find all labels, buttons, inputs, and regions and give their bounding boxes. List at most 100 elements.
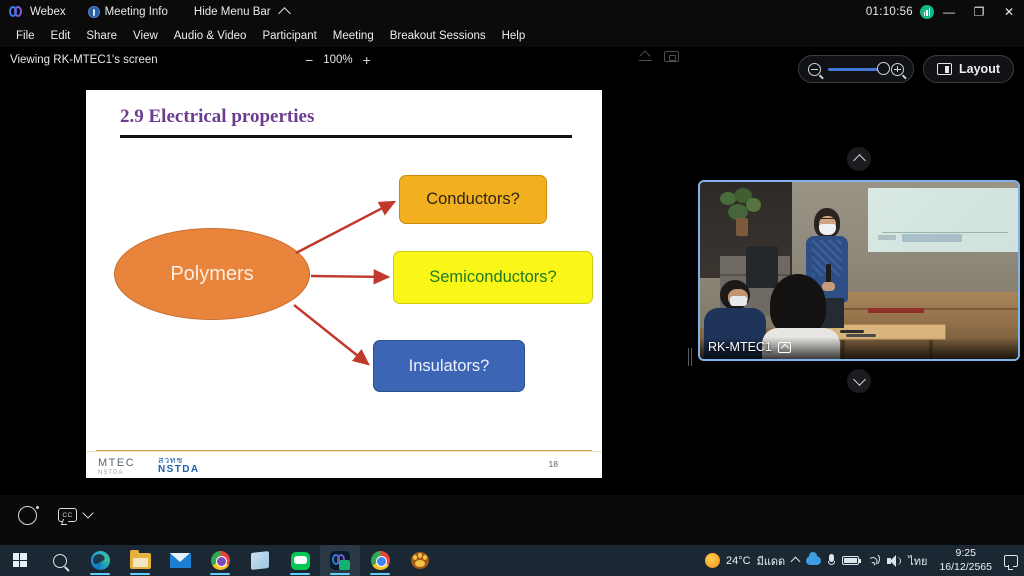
maximize-button[interactable]: ❐ <box>964 0 994 24</box>
participant-video-tile[interactable]: RK-MTEC1 <box>698 180 1020 361</box>
closed-captions-icon[interactable]: CC <box>58 508 77 522</box>
network-signal-icon[interactable] <box>920 5 934 19</box>
language-indicator[interactable]: ไทย <box>908 552 927 570</box>
paw-icon <box>411 552 429 569</box>
diagram-node-conductors-label: Conductors? <box>426 190 520 208</box>
menu-item-participant[interactable]: Participant <box>254 28 324 44</box>
meeting-info-label: Meeting Info <box>104 6 168 18</box>
screen-share-icon <box>777 341 791 353</box>
mtec-logo-sub: NSTDA <box>98 470 124 476</box>
diagram-node-semiconductors-label: Semiconductors? <box>429 268 557 286</box>
meeting-timer: 01:10:56 <box>865 6 913 18</box>
zoom-in-button[interactable]: + <box>363 53 371 67</box>
diagram-node-conductors: Conductors? <box>399 175 547 224</box>
diagram-node-insulators-label: Insulators? <box>408 356 490 375</box>
video-scroll-down-button[interactable] <box>847 369 871 393</box>
menu-item-breakout-sessions[interactable]: Breakout Sessions <box>382 28 494 44</box>
meeting-info-button[interactable]: Meeting Info <box>87 6 168 18</box>
volume-icon[interactable] <box>887 554 902 567</box>
menu-item-meeting[interactable]: Meeting <box>325 28 382 44</box>
menu-item-help[interactable]: Help <box>494 28 534 44</box>
webex-meeting-window: Webex Meeting Info Hide Menu Bar 01:10:5… <box>0 0 1024 576</box>
diagram-center-node: Polymers <box>114 228 310 320</box>
minimize-button[interactable]: — <box>934 0 964 24</box>
zoom-level-label: 100% <box>323 54 353 66</box>
title-underline <box>120 135 572 138</box>
search-icon <box>53 553 67 568</box>
info-icon <box>87 6 100 18</box>
taskbar-chrome-2[interactable] <box>360 545 400 576</box>
zoom-slider[interactable] <box>828 62 891 75</box>
sun-icon <box>704 553 720 568</box>
windows-start-icon <box>12 553 28 568</box>
nstda-logo-text: NSTDA <box>158 464 200 476</box>
taskbar-webex[interactable] <box>320 545 360 576</box>
meeting-toolbar: CC Unmute Start video Share Record <box>0 495 1024 545</box>
recording-status-icon[interactable] <box>18 506 39 525</box>
screen-view-icon[interactable] <box>664 51 679 62</box>
layout-label: Layout <box>959 62 1000 76</box>
menu-item-audio-video[interactable]: Audio & Video <box>166 28 255 44</box>
share-tools <box>638 51 679 65</box>
panel-resize-handle[interactable] <box>688 348 693 366</box>
diagram-center-label: Polymers <box>170 262 254 285</box>
system-tray: 24°C มีแดด ไทย 9:25 16/12/2565 <box>704 545 1024 576</box>
shared-screen-stage[interactable]: 2.9 Electrical properties Polymers Condu… <box>0 73 693 495</box>
menu-bar: File Edit Share View Audio & Video Parti… <box>0 24 1024 47</box>
mtec-logo-text: MTEC <box>98 457 136 469</box>
wifi-icon[interactable] <box>866 555 881 566</box>
video-feed <box>700 182 1018 359</box>
taskbar-mail[interactable] <box>160 545 200 576</box>
taskbar-file-explorer[interactable] <box>120 545 160 576</box>
projected-screen <box>868 188 1018 252</box>
slide-title: 2.9 Electrical properties <box>120 106 315 127</box>
video-scroll-up-button[interactable] <box>847 147 871 171</box>
menu-item-edit[interactable]: Edit <box>43 28 79 44</box>
taskbar-edge[interactable] <box>80 545 120 576</box>
start-button[interactable] <box>0 545 40 576</box>
closed-captions-group[interactable]: CC <box>58 507 94 522</box>
webex-icon <box>330 551 350 570</box>
chrome-icon <box>370 551 390 570</box>
taskbar-paw-app[interactable] <box>400 545 440 576</box>
line-icon <box>290 551 310 570</box>
menu-item-view[interactable]: View <box>125 28 166 44</box>
mtec-logo: MTEC NSTDA <box>98 457 136 477</box>
edge-icon <box>90 551 110 570</box>
taskbar-onenote[interactable] <box>240 545 280 576</box>
notifications-icon[interactable] <box>1004 554 1018 570</box>
chevron-down-icon <box>852 373 866 386</box>
zoom-out-button[interactable]: − <box>305 53 313 67</box>
taskbar-chrome-1[interactable] <box>200 545 240 576</box>
layout-button[interactable]: Layout <box>923 55 1014 83</box>
menu-item-file[interactable]: File <box>8 28 43 44</box>
stage-controls: Layout <box>798 55 1014 83</box>
mail-icon <box>169 553 191 568</box>
chevron-down-icon[interactable] <box>82 507 94 519</box>
clock-date: 16/12/2565 <box>939 560 992 573</box>
menu-item-share[interactable]: Share <box>78 28 125 44</box>
onedrive-icon[interactable] <box>806 552 822 565</box>
presentation-slide: 2.9 Electrical properties Polymers Condu… <box>86 90 602 478</box>
zoom-in-magnifier-icon[interactable] <box>891 62 905 76</box>
taskbar-search-button[interactable] <box>40 545 80 576</box>
weather-widget[interactable]: 24°C มีแดด <box>704 552 785 570</box>
file-explorer-icon <box>129 549 151 569</box>
taskbar-line[interactable] <box>280 545 320 576</box>
zoom-out-magnifier-icon[interactable] <box>808 62 822 76</box>
clock-time: 9:25 <box>955 547 976 560</box>
close-button[interactable]: ✕ <box>994 0 1024 24</box>
hide-menu-bar-label: Hide Menu Bar <box>193 6 271 18</box>
microphone-tray-icon[interactable] <box>828 554 836 567</box>
slide-page-number: 18 <box>548 459 558 469</box>
tray-expand-icon[interactable] <box>790 556 801 567</box>
video-zoom-slider-group[interactable] <box>798 55 915 83</box>
weather-temperature: 24°C <box>725 554 751 567</box>
annotate-icon[interactable] <box>638 51 653 65</box>
hide-menu-bar-button[interactable]: Hide Menu Bar <box>193 6 291 20</box>
participant-name: RK-MTEC1 <box>708 340 772 354</box>
clock[interactable]: 9:25 16/12/2565 <box>934 547 997 573</box>
diagram-node-insulators: Insulators? <box>373 340 525 392</box>
battery-icon[interactable] <box>842 556 862 565</box>
chevron-up-icon <box>852 154 866 167</box>
